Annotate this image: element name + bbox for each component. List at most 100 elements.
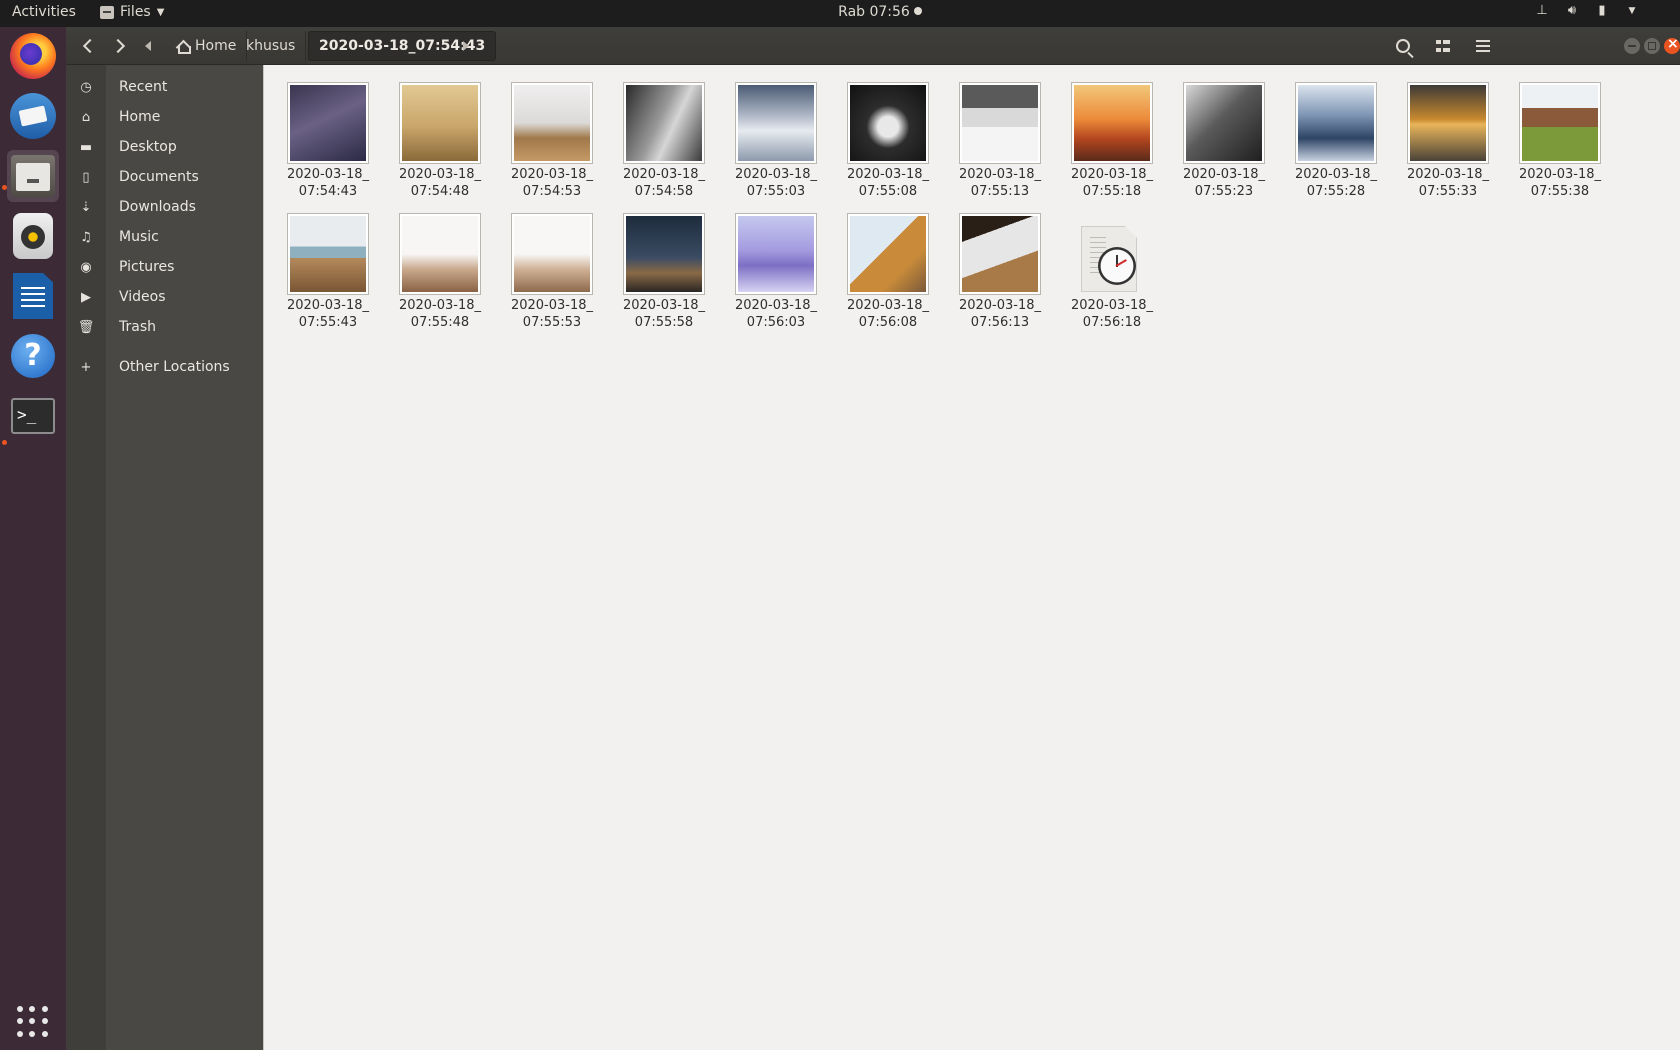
file-item[interactable]: 2020-03-18_ 07:55:28 bbox=[1285, 75, 1387, 200]
camera-icon: ◉ bbox=[80, 259, 92, 275]
image-thumbnail bbox=[735, 82, 817, 164]
file-item[interactable]: 2020-03-18_ 07:56:03 bbox=[725, 206, 827, 331]
file-name-line: 07:56:13 bbox=[970, 315, 1030, 330]
file-name-line: 07:54:53 bbox=[522, 184, 582, 199]
file-item[interactable]: 2020-03-18_ 07:54:53 bbox=[501, 75, 601, 199]
file-name-line: 2020-03-18_ bbox=[734, 167, 818, 182]
file-name: 2020-03-18_ 07:56:08 bbox=[837, 297, 939, 331]
file-item[interactable]: 2020-03-18_ 07:55:43 bbox=[277, 206, 377, 330]
view-toggle-button[interactable] bbox=[1426, 31, 1460, 61]
maximize-button[interactable] bbox=[1644, 38, 1660, 54]
file-name-line: 07:55:23 bbox=[1194, 184, 1254, 199]
video-icon: ▶ bbox=[81, 289, 91, 305]
sidebar-item-music[interactable]: ♫ Music bbox=[66, 222, 263, 252]
sidebar-item-documents[interactable]: ▯ Documents bbox=[66, 162, 263, 192]
dock-terminal[interactable]: >_ bbox=[7, 390, 59, 442]
file-name-line: 2020-03-18_ bbox=[622, 298, 706, 313]
file-item[interactable]: 2020-03-18_ 07:55:33 bbox=[1397, 75, 1499, 200]
file-name: 2020-03-18_ 07:55:33 bbox=[1397, 166, 1499, 200]
network-icon[interactable]: ⊥ bbox=[1534, 3, 1550, 19]
file-item[interactable]: 2020-03-18_ 07:54:58 bbox=[613, 75, 713, 199]
image-thumbnail bbox=[1071, 82, 1153, 164]
battery-icon[interactable]: ▮ bbox=[1594, 3, 1610, 19]
file-item[interactable]: 2020-03-18_ 07:56:13 bbox=[949, 206, 1049, 330]
minimize-button[interactable] bbox=[1624, 38, 1640, 54]
dock-rhythmbox[interactable] bbox=[7, 210, 59, 262]
file-name-line: 07:55:03 bbox=[746, 184, 806, 199]
terminal-icon: >_ bbox=[11, 398, 55, 434]
sidebar-item-label: Desktop bbox=[119, 139, 177, 155]
file-item[interactable]: 2020-03-18_ 07:55:38 bbox=[1509, 75, 1609, 199]
file-item[interactable]: 2020-03-18_ 07:55:53 bbox=[501, 206, 601, 330]
file-name-line: 07:56:18 bbox=[1082, 315, 1142, 330]
sidebar-item-pictures[interactable]: ◉ Pictures bbox=[66, 252, 263, 282]
clock[interactable]: Rab 07:56 bbox=[0, 4, 1680, 20]
sidebar-item-videos[interactable]: ▶ Videos bbox=[66, 282, 263, 312]
close-button[interactable] bbox=[1664, 36, 1680, 54]
file-item[interactable]: 2020-03-18_ 07:55:23 bbox=[1173, 75, 1273, 199]
search-button[interactable] bbox=[1386, 31, 1420, 61]
sidebar-item-label: Downloads bbox=[119, 199, 196, 215]
file-name-line: 2020-03-18_ bbox=[510, 167, 594, 182]
places-sidebar: ◷ Recent ⌂ Home ▬ Desktop ▯ Documents ⇣ Downl… bbox=[66, 65, 263, 1050]
file-name: 2020-03-18_ 07:55:18 bbox=[1061, 166, 1163, 200]
sidebar-item-home[interactable]: ⌂ Home bbox=[66, 102, 263, 132]
path-scroll-left[interactable] bbox=[140, 31, 156, 61]
back-button[interactable] bbox=[74, 31, 102, 61]
music-icon: ♫ bbox=[80, 229, 92, 245]
file-name: 2020-03-18_ 07:55:13 bbox=[949, 166, 1051, 200]
file-item[interactable]: 2020-03-18_ 07:54:48 bbox=[389, 75, 489, 199]
sidebar-item-recent[interactable]: ◷ Recent bbox=[66, 72, 263, 102]
file-name-line: 07:55:28 bbox=[1306, 184, 1366, 199]
top-bar: Activities Files ▼ Rab 07:56 ⊥ 🔊︎ ▮ ▼ bbox=[0, 0, 1680, 27]
file-name-line: 2020-03-18_ bbox=[1070, 298, 1154, 313]
dock-firefox[interactable] bbox=[7, 30, 59, 82]
chevron-down-icon[interactable]: ▼ bbox=[1624, 3, 1640, 19]
sidebar-item-label: Other Locations bbox=[119, 359, 230, 375]
file-name: 2020-03-18_ 07:56:03 bbox=[725, 297, 827, 331]
file-item[interactable]: 2020-03-18_ 07:55:08 bbox=[837, 75, 937, 199]
file-name: 2020-03-18_ 07:55:28 bbox=[1285, 166, 1387, 200]
file-item[interactable]: 2020-03-18_ 07:54:43 bbox=[277, 75, 377, 199]
file-item[interactable]: 2020-03-18_ 07:55:48 bbox=[389, 206, 489, 330]
file-item[interactable]: 2020-03-18_ 07:55:18 bbox=[1061, 75, 1163, 200]
breadcrumb-label: Home bbox=[195, 38, 237, 54]
file-name-line: 2020-03-18_ bbox=[1070, 167, 1154, 182]
image-thumbnail bbox=[847, 82, 929, 164]
breadcrumb-khusus[interactable]: khusus bbox=[236, 31, 307, 61]
file-item[interactable]: 2020-03-18_ 07:56:18 bbox=[1061, 206, 1161, 330]
path-scroll-right[interactable] bbox=[458, 31, 474, 61]
rhythmbox-icon bbox=[13, 213, 53, 259]
sidebar-item-desktop[interactable]: ▬ Desktop bbox=[66, 132, 263, 162]
file-name-line: 2020-03-18_ bbox=[1294, 167, 1378, 182]
file-item[interactable]: 2020-03-18_ 07:55:03 bbox=[725, 75, 827, 200]
file-name-line: 2020-03-18_ bbox=[510, 298, 594, 313]
sidebar-item-other-locations[interactable]: + Other Locations bbox=[66, 352, 263, 382]
volume-icon[interactable]: 🔊︎ bbox=[1564, 3, 1580, 19]
sidebar-item-trash[interactable]: 🗑︎ Trash bbox=[66, 312, 263, 342]
menu-button[interactable] bbox=[1466, 31, 1500, 61]
dock-help[interactable]: ? bbox=[7, 330, 59, 382]
file-name-line: 07:55:53 bbox=[522, 315, 582, 330]
file-item[interactable]: 2020-03-18_ 07:55:58 bbox=[613, 206, 713, 330]
search-icon bbox=[1396, 39, 1410, 53]
dock-writer[interactable] bbox=[7, 270, 59, 322]
image-thumbnail bbox=[399, 213, 481, 295]
file-item[interactable]: 2020-03-18_ 07:56:08 bbox=[837, 206, 939, 331]
show-applications-button[interactable] bbox=[7, 996, 59, 1048]
triangle-left-icon bbox=[145, 41, 151, 51]
hamburger-menu-icon bbox=[1476, 40, 1490, 52]
forward-button[interactable] bbox=[106, 31, 134, 61]
system-tray[interactable]: ⊥ 🔊︎ ▮ ▼ bbox=[1534, 3, 1640, 19]
show-applications-icon bbox=[17, 1006, 49, 1038]
file-name-line: 2020-03-18_ bbox=[846, 298, 930, 313]
dock-thunderbird[interactable] bbox=[7, 90, 59, 142]
file-name: 2020-03-18_ 07:55:03 bbox=[725, 166, 827, 200]
sidebar-item-downloads[interactable]: ⇣ Downloads bbox=[66, 192, 263, 222]
image-thumbnail bbox=[1295, 82, 1377, 164]
dock-files[interactable] bbox=[7, 150, 59, 202]
running-indicator bbox=[2, 440, 7, 445]
image-thumbnail bbox=[847, 213, 929, 295]
file-name-line: 2020-03-18_ bbox=[286, 298, 370, 313]
file-item[interactable]: 2020-03-18_ 07:55:13 bbox=[949, 75, 1051, 200]
